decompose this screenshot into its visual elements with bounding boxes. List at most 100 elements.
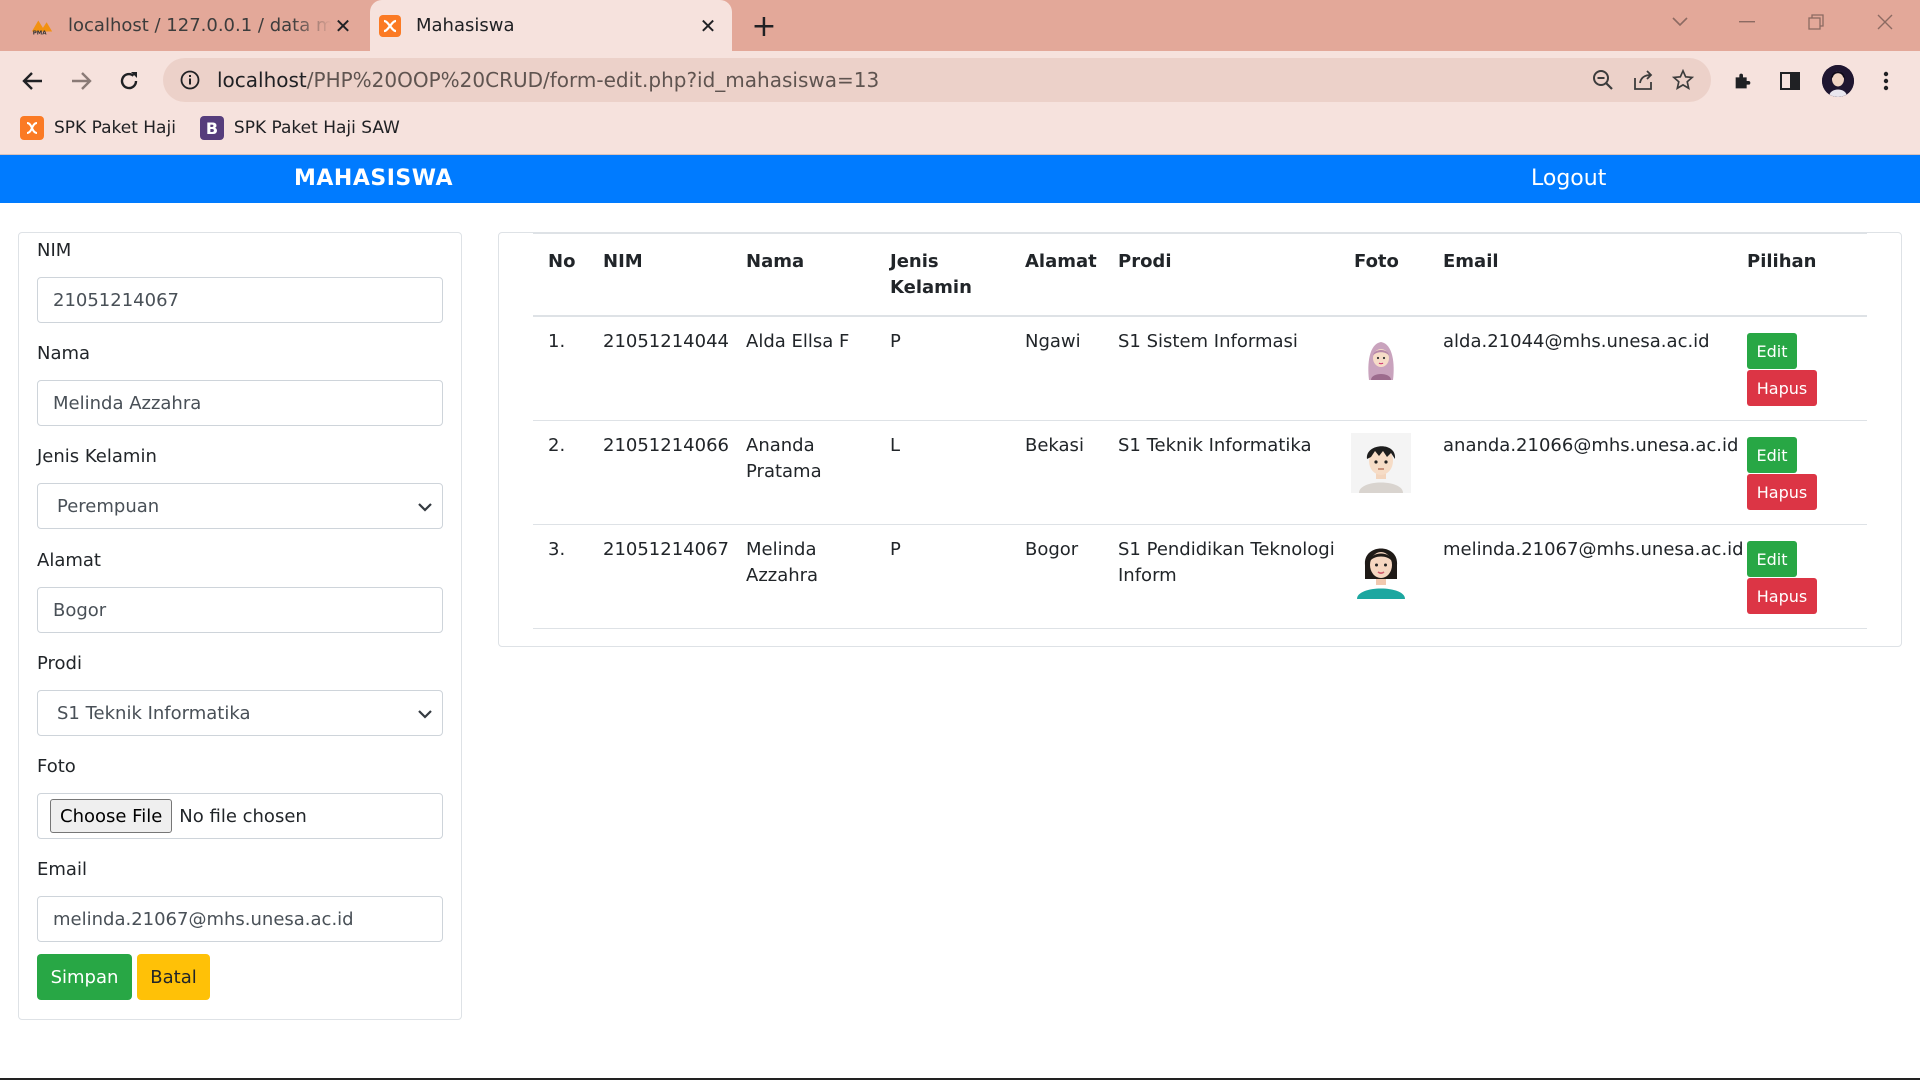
app-navbar: MAHASISWA Logout <box>0 155 1920 203</box>
cell-nim: 21051214044 <box>603 331 729 352</box>
cell-nama-line1: Melinda <box>746 539 817 560</box>
email-input[interactable]: melinda.21067@mhs.unesa.ac.id <box>37 896 443 942</box>
hapus-button[interactable]: Hapus <box>1747 578 1817 614</box>
bookmarks-bar: SPK Paket Haji B SPK Paket Haji SAW <box>0 109 1920 147</box>
zoom-out-icon[interactable] <box>1583 60 1623 100</box>
alamat-group: Alamat Bogor <box>37 549 443 633</box>
batal-button[interactable]: Batal <box>137 954 210 1000</box>
bookmark-star-icon[interactable] <box>1663 60 1703 100</box>
jenis-kelamin-group: Jenis Kelamin Perempuan <box>37 445 443 529</box>
tab-title: Mahasiswa <box>416 15 515 36</box>
hapus-button[interactable]: Hapus <box>1747 370 1817 406</box>
jenis-kelamin-select[interactable]: Perempuan <box>37 483 443 529</box>
cell-email: ananda.21066@mhs.unesa.ac.id <box>1443 435 1739 456</box>
close-icon[interactable]: ✕ <box>331 14 355 38</box>
foto-label: Foto <box>37 756 76 777</box>
col-header-alamat: Alamat <box>1025 251 1097 272</box>
col-header-jenis-kelamin: Jenis Kelamin <box>890 249 972 301</box>
tab-title: localhost / 127.0.0.1 / data mahasiswa <box>68 15 331 36</box>
reload-icon[interactable] <box>111 63 147 99</box>
cell-nama: Melinda Azzahra <box>746 537 818 589</box>
col-header-prodi: Prodi <box>1118 251 1172 272</box>
logout-link[interactable]: Logout <box>1531 155 1606 203</box>
extensions-puzzle-icon[interactable] <box>1723 61 1763 101</box>
foto-file-input[interactable]: Choose File No file chosen <box>37 793 443 839</box>
forward-arrow-icon[interactable] <box>63 63 99 99</box>
cell-nama-line2: Azzahra <box>746 565 819 586</box>
browser-tab-strip: PMA localhost / 127.0.0.1 / data mahasis… <box>0 0 1920 51</box>
col-header-foto: Foto <box>1354 251 1399 272</box>
restore-icon[interactable] <box>1786 0 1846 44</box>
cell-no: 1. <box>548 331 566 352</box>
col-header-pilihan: Pilihan <box>1747 251 1817 272</box>
nama-input[interactable]: Melinda Azzahra <box>37 380 443 426</box>
boy-avatar-icon <box>1351 433 1411 493</box>
url-host: localhost <box>217 68 307 92</box>
svg-text:PMA: PMA <box>33 30 48 36</box>
edit-button[interactable]: Edit <box>1747 437 1797 473</box>
cell-jenis-kelamin: P <box>890 539 901 560</box>
url-text[interactable]: localhost/PHP%20OOP%20CRUD/form-edit.php… <box>217 68 1583 92</box>
minimize-icon[interactable] <box>1717 0 1777 44</box>
xampp-icon <box>20 116 44 140</box>
cell-nama-line1: Ananda <box>746 435 815 456</box>
navbar-brand[interactable]: MAHASISWA <box>294 155 453 203</box>
email-group: Email melinda.21067@mhs.unesa.ac.id <box>37 858 443 942</box>
col-header-email: Email <box>1443 251 1499 272</box>
edit-button[interactable]: Edit <box>1747 541 1797 577</box>
avatar <box>1822 65 1854 97</box>
share-icon[interactable] <box>1623 60 1663 100</box>
mahasiswa-table-card: No NIM Nama Jenis Kelamin Alamat Prodi F… <box>498 232 1902 647</box>
prodi-label: Prodi <box>37 653 82 674</box>
cell-alamat: Bekasi <box>1025 435 1084 456</box>
cell-alamat: Ngawi <box>1025 331 1081 352</box>
cell-prodi: S1 Sistem Informasi <box>1118 331 1298 352</box>
url-path: /PHP%20OOP%20CRUD/form-edit.php?id_mahas… <box>306 68 880 92</box>
choose-file-button[interactable]: Choose File <box>50 799 173 833</box>
bookmark-spk-paket-haji[interactable]: SPK Paket Haji <box>20 116 176 140</box>
table-row: 1. 21051214044 Alda Ellsa F P Ngawi S1 S… <box>533 317 1867 421</box>
browser-toolbar: localhost/PHP%20OOP%20CRUD/form-edit.php… <box>0 51 1920 155</box>
back-arrow-icon[interactable] <box>15 63 51 99</box>
cell-prodi-line2: Inform <box>1118 565 1177 586</box>
cell-nama: Ananda Pratama <box>746 433 822 485</box>
tab-phpmyadmin[interactable]: PMA localhost / 127.0.0.1 / data mahasis… <box>22 0 367 51</box>
cell-jenis-kelamin: P <box>890 331 901 352</box>
cell-prodi: S1 Pendidikan Teknologi Inform <box>1118 537 1335 589</box>
window-close-icon[interactable] <box>1855 0 1915 44</box>
tab-mahasiswa[interactable]: Mahasiswa ✕ <box>370 0 732 51</box>
nama-label: Nama <box>37 343 91 364</box>
nama-group: Nama Melinda Azzahra <box>37 342 443 426</box>
cell-nim: 21051214067 <box>603 539 729 560</box>
tab-search-chevron-icon[interactable] <box>1650 0 1710 44</box>
hapus-button[interactable]: Hapus <box>1747 474 1817 510</box>
foto-group: Foto Choose File No file chosen <box>37 755 443 839</box>
simpan-button[interactable]: Simpan <box>37 954 132 1000</box>
prodi-group: Prodi S1 Teknik Informatika <box>37 652 443 736</box>
jenis-kelamin-label: Jenis Kelamin <box>37 446 157 467</box>
site-info-icon[interactable] <box>177 67 203 93</box>
bookmark-label: SPK Paket Haji <box>54 118 176 138</box>
side-panel-icon[interactable] <box>1770 61 1810 101</box>
nim-input[interactable]: 21051214067 <box>37 277 443 323</box>
chevron-down-icon <box>418 496 432 517</box>
edit-button[interactable]: Edit <box>1747 333 1797 369</box>
col-header-jk-line2: Kelamin <box>890 277 972 298</box>
cell-prodi-line1: S1 Pendidikan Teknologi <box>1118 539 1335 560</box>
bookmark-label: SPK Paket Haji SAW <box>233 118 400 138</box>
address-bar[interactable]: localhost/PHP%20OOP%20CRUD/form-edit.php… <box>163 58 1711 102</box>
bookmark-spk-paket-haji-saw[interactable]: B SPK Paket Haji SAW <box>199 116 400 140</box>
file-status: No file chosen <box>179 805 307 827</box>
alamat-input[interactable]: Bogor <box>37 587 443 633</box>
prodi-select[interactable]: S1 Teknik Informatika <box>37 690 443 736</box>
table-row: 3. 21051214067 Melinda Azzahra P Bogor S… <box>533 525 1867 629</box>
profile-avatar[interactable] <box>1818 61 1858 101</box>
col-header-no: No <box>548 251 576 272</box>
woman-avatar-icon <box>1351 537 1411 599</box>
col-header-jk-line1: Jenis <box>890 251 939 272</box>
close-icon[interactable]: ✕ <box>696 14 720 38</box>
cell-no: 3. <box>548 539 566 560</box>
more-menu-icon[interactable] <box>1866 61 1906 101</box>
col-header-nama: Nama <box>746 251 805 272</box>
new-tab-icon[interactable]: + <box>748 9 780 44</box>
